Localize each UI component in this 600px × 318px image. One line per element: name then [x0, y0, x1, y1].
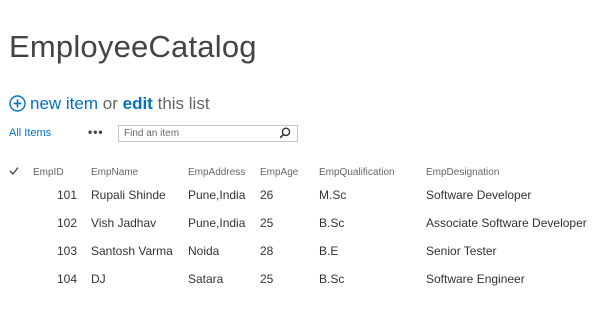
new-item-bar: new item or edit this list — [9, 93, 210, 115]
empaddress-cell: Satara — [188, 272, 224, 286]
search-icon[interactable] — [279, 127, 291, 139]
search-input[interactable] — [119, 126, 274, 141]
column-header-empqualification[interactable]: EmpQualification — [319, 163, 426, 181]
column-header-empdesignation[interactable]: EmpDesignation — [426, 163, 596, 181]
empdesignation-cell: Associate Software Developer — [426, 216, 587, 230]
empdesignation-cell: Software Developer — [426, 188, 532, 202]
empqualification-cell: B.E — [319, 244, 339, 258]
items-table: EmpID EmpName EmpAddress EmpAge EmpQuali… — [9, 163, 596, 293]
empage-cell: 25 — [260, 272, 274, 286]
column-header-empage[interactable]: EmpAge — [260, 163, 319, 181]
table-header-row: EmpID EmpName EmpAddress EmpAge EmpQuali… — [9, 163, 596, 181]
this-list-label: this list — [157, 94, 210, 113]
new-item-button[interactable]: new item — [9, 94, 98, 113]
empage-cell: 25 — [260, 216, 274, 230]
row-select-cell[interactable] — [9, 265, 33, 293]
edit-link[interactable]: edit — [123, 94, 153, 113]
empid-cell: 102 — [57, 216, 78, 230]
empaddress-cell: Pune,India — [188, 216, 246, 230]
search-box — [118, 125, 298, 142]
checkmark-icon — [9, 166, 19, 175]
table-row[interactable]: 103 Santosh Varma Noida 28 B.E Senior Te… — [9, 237, 596, 265]
empaddress-cell: Pune,India — [188, 188, 246, 202]
plus-circle-icon — [9, 95, 26, 112]
select-all-header[interactable] — [9, 163, 33, 181]
empage-cell: 28 — [260, 244, 274, 258]
empname-cell: Rupali Shinde — [91, 188, 166, 202]
empname-cell: DJ — [91, 272, 106, 286]
table-row[interactable]: 102 Vish Jadhav Pune,India 25 B.Sc Assoc… — [9, 209, 596, 237]
column-header-empname[interactable]: EmpName — [91, 163, 188, 181]
empaddress-cell: Noida — [188, 244, 220, 258]
empqualification-cell: B.Sc — [319, 272, 345, 286]
list-page: EmployeeCatalog new item or edit this li… — [0, 0, 600, 318]
empname-cell: Santosh Varma — [91, 244, 173, 258]
empage-cell: 26 — [260, 188, 274, 202]
new-item-label: new item — [30, 94, 99, 113]
column-header-empaddress[interactable]: EmpAddress — [188, 163, 260, 181]
row-select-cell[interactable] — [9, 181, 33, 209]
table-row[interactable]: 104 DJ Satara 25 B.Sc Software Engineer — [9, 265, 596, 293]
row-select-cell[interactable] — [9, 237, 33, 265]
page-title: EmployeeCatalog — [9, 29, 257, 64]
view-bar: All Items ••• — [9, 125, 309, 145]
empid-cell: 104 — [57, 272, 78, 286]
empid-cell: 101 — [57, 188, 78, 202]
empdesignation-cell: Senior Tester — [426, 244, 497, 258]
row-select-cell[interactable] — [9, 209, 33, 237]
empid-cell: 103 — [57, 244, 78, 258]
more-options-button[interactable]: ••• — [88, 125, 104, 139]
view-all-items[interactable]: All Items — [9, 127, 51, 139]
column-header-empid[interactable]: EmpID — [33, 163, 91, 181]
empqualification-cell: B.Sc — [319, 216, 345, 230]
empdesignation-cell: Software Engineer — [426, 272, 525, 286]
empqualification-cell: M.Sc — [319, 188, 347, 202]
table-row[interactable]: 101 Rupali Shinde Pune,India 26 M.Sc Sof… — [9, 181, 596, 209]
or-label: or — [102, 94, 118, 113]
empname-cell: Vish Jadhav — [91, 216, 157, 230]
